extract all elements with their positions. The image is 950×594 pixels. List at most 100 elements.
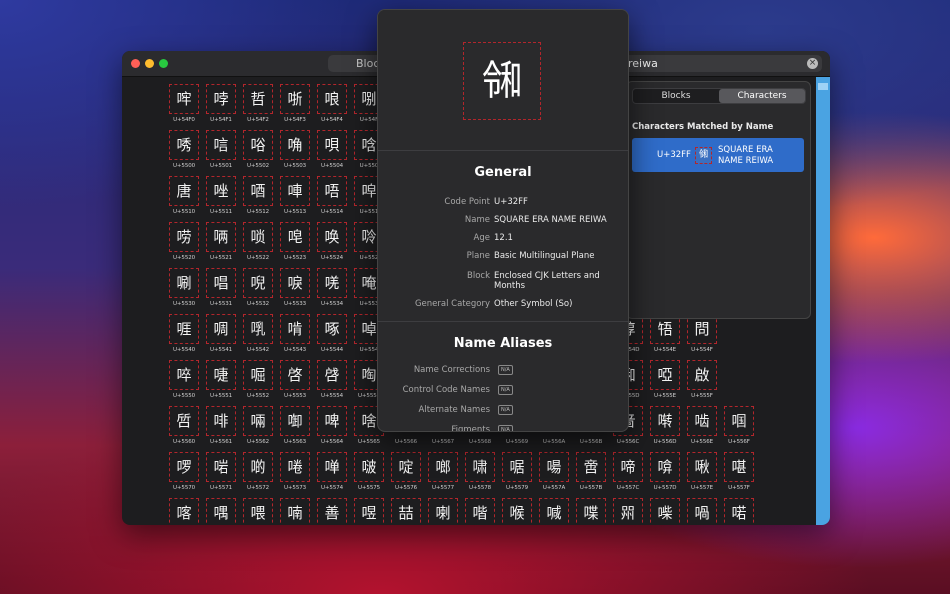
- glyph-cell[interactable]: 啁 U+5541: [206, 314, 236, 353]
- glyph-cell[interactable]: 哳 U+54F3: [280, 84, 310, 123]
- glyph-cell[interactable]: 啯 U+556F: [724, 406, 754, 445]
- glyph-cell[interactable]: 啟 U+555F: [687, 360, 717, 399]
- scrollbar[interactable]: [816, 77, 830, 525]
- glyph-cell[interactable]: 喍: [650, 498, 680, 525]
- glyph-code: U+5511: [209, 209, 233, 215]
- glyph-cell[interactable]: 啿 U+557F: [724, 452, 754, 491]
- glyph-cell[interactable]: 唁 U+5501: [206, 130, 236, 169]
- glyph-cell[interactable]: 啒 U+5552: [243, 360, 273, 399]
- close-window-button[interactable]: [131, 59, 140, 68]
- glyph-cell[interactable]: 啃 U+5543: [280, 314, 310, 353]
- glyph-cell[interactable]: 啠 U+5560: [169, 406, 199, 445]
- glyph-cell[interactable]: 啡 U+5561: [206, 406, 236, 445]
- clear-search-icon[interactable]: ×: [807, 58, 818, 69]
- glyph-cell[interactable]: 唄 U+5504: [317, 130, 347, 169]
- glyph-cell[interactable]: 喎: [687, 498, 717, 525]
- glyph-cell[interactable]: 唃 U+5503: [280, 130, 310, 169]
- character-inspector-popover: ㋿ General Code Point U+32FF Name SQUARE ERA…: [377, 9, 629, 432]
- glyph: 啰: [169, 452, 199, 482]
- glyph-cell[interactable]: 啓 U+5553: [280, 360, 310, 399]
- glyph-cell[interactable]: 唀 U+5500: [169, 130, 199, 169]
- glyph-cell[interactable]: 啺 U+557A: [539, 452, 569, 491]
- glyph-code: U+557D: [653, 485, 677, 491]
- glyph-cell[interactable]: 喌: [613, 498, 643, 525]
- glyph: 啤: [317, 406, 347, 436]
- glyph-cell[interactable]: 喀: [169, 498, 199, 525]
- glyph-cell[interactable]: 啽 U+557D: [650, 452, 680, 491]
- glyph-cell[interactable]: 唑 U+5511: [206, 176, 236, 215]
- glyph-cell[interactable]: 啄 U+5544: [317, 314, 347, 353]
- glyph-cell[interactable]: 唳 U+5533: [280, 268, 310, 307]
- result-item-selected[interactable]: U+32FF ㋿ SQUARE ERA NAME REIWA: [632, 138, 804, 172]
- glyph-code: U+5561: [209, 439, 233, 445]
- glyph-cell[interactable]: 啸 U+5578: [465, 452, 495, 491]
- glyph-cell[interactable]: 喉: [502, 498, 532, 525]
- glyph-code: U+5578: [468, 485, 492, 491]
- glyph-cell[interactable]: 喈: [465, 498, 495, 525]
- glyph-cell[interactable]: 唓 U+5513: [280, 176, 310, 215]
- glyph-cell[interactable]: 啣 U+5563: [280, 406, 310, 445]
- glyph-cell[interactable]: 啮 U+556E: [687, 406, 717, 445]
- glyph-cell[interactable]: 唐 U+5510: [169, 176, 199, 215]
- glyph-cell[interactable]: 啾 U+557E: [687, 452, 717, 491]
- tab-blocks[interactable]: Blocks: [633, 89, 719, 103]
- glyph-cell[interactable]: 唂 U+5502: [243, 130, 273, 169]
- glyph-cell[interactable]: 哲 U+54F2: [243, 84, 273, 123]
- glyph-cell[interactable]: 喏: [724, 498, 754, 525]
- glyph-cell[interactable]: 喇: [428, 498, 458, 525]
- scrollbar-thumb[interactable]: [818, 83, 828, 90]
- glyph-cell[interactable]: 唢 U+5522: [243, 222, 273, 261]
- glyph-cell[interactable]: 啹 U+5579: [502, 452, 532, 491]
- glyph-cell[interactable]: 啐 U+5550: [169, 360, 199, 399]
- glyph-cell[interactable]: 問 U+554F: [687, 314, 717, 353]
- glyph-cell[interactable]: 啑 U+5551: [206, 360, 236, 399]
- glyph-cell[interactable]: 啎 U+554E: [650, 314, 680, 353]
- tab-characters[interactable]: Characters: [719, 89, 805, 103]
- glyph-cell[interactable]: 啤 U+5564: [317, 406, 347, 445]
- glyph-cell[interactable]: 唠 U+5520: [169, 222, 199, 261]
- glyph-cell[interactable]: 啷 U+5577: [428, 452, 458, 491]
- glyph-cell[interactable]: 喂: [243, 498, 273, 525]
- glyph-cell[interactable]: 啰 U+5570: [169, 452, 199, 491]
- glyph-cell[interactable]: 喆: [391, 498, 421, 525]
- glyph-cell[interactable]: 唣 U+5523: [280, 222, 310, 261]
- glyph-cell[interactable]: 啻 U+557B: [576, 452, 606, 491]
- glyph-cell[interactable]: 啲 U+5572: [243, 452, 273, 491]
- glyph-cell[interactable]: 唱 U+5531: [206, 268, 236, 307]
- glyph-cell[interactable]: 喃: [280, 498, 310, 525]
- glyph-cell[interactable]: 唴 U+5534: [317, 268, 347, 307]
- glyph-cell[interactable]: 啀 U+5540: [169, 314, 199, 353]
- glyph-cell[interactable]: 喅: [354, 498, 384, 525]
- glyph-cell[interactable]: 哰 U+54F0: [169, 84, 199, 123]
- glyph-cell[interactable]: 唤 U+5524: [317, 222, 347, 261]
- zoom-window-button[interactable]: [159, 59, 168, 68]
- glyph-cell[interactable]: 啳 U+5573: [280, 452, 310, 491]
- glyph-cell[interactable]: 啼 U+557C: [613, 452, 643, 491]
- glyph-cell[interactable]: 啢 U+5562: [243, 406, 273, 445]
- glyph-cell[interactable]: 哱 U+54F1: [206, 84, 236, 123]
- glyph-cell[interactable]: 啔 U+5554: [317, 360, 347, 399]
- glyph-cell[interactable]: 哴 U+54F4: [317, 84, 347, 123]
- search-input[interactable]: reiwa ×: [622, 55, 822, 72]
- glyph-code: U+5579: [505, 485, 529, 491]
- glyph-cell[interactable]: 唰 U+5530: [169, 268, 199, 307]
- glyph-cell[interactable]: 啂 U+5542: [243, 314, 273, 353]
- glyph-cell[interactable]: 唲 U+5532: [243, 268, 273, 307]
- glyph-cell[interactable]: 啞 U+555E: [650, 360, 680, 399]
- glyph-cell[interactable]: 唡 U+5521: [206, 222, 236, 261]
- glyph-code: U+5553: [283, 393, 307, 399]
- glyph-cell[interactable]: 啵 U+5575: [354, 452, 384, 491]
- glyph-code: U+556D: [653, 439, 677, 445]
- glyph-cell[interactable]: 喊: [539, 498, 569, 525]
- glyph-cell[interactable]: 啶 U+5576: [391, 452, 421, 491]
- glyph-cell[interactable]: 喁: [206, 498, 236, 525]
- glyph-cell[interactable]: 喋: [576, 498, 606, 525]
- glyph: 哳: [280, 84, 310, 114]
- glyph-cell[interactable]: 善: [317, 498, 347, 525]
- glyph-cell[interactable]: 啭 U+556D: [650, 406, 680, 445]
- glyph-cell[interactable]: 唒 U+5512: [243, 176, 273, 215]
- glyph-cell[interactable]: 啱 U+5571: [206, 452, 236, 491]
- glyph-cell[interactable]: 唔 U+5514: [317, 176, 347, 215]
- glyph-cell[interactable]: 啴 U+5574: [317, 452, 347, 491]
- minimize-window-button[interactable]: [145, 59, 154, 68]
